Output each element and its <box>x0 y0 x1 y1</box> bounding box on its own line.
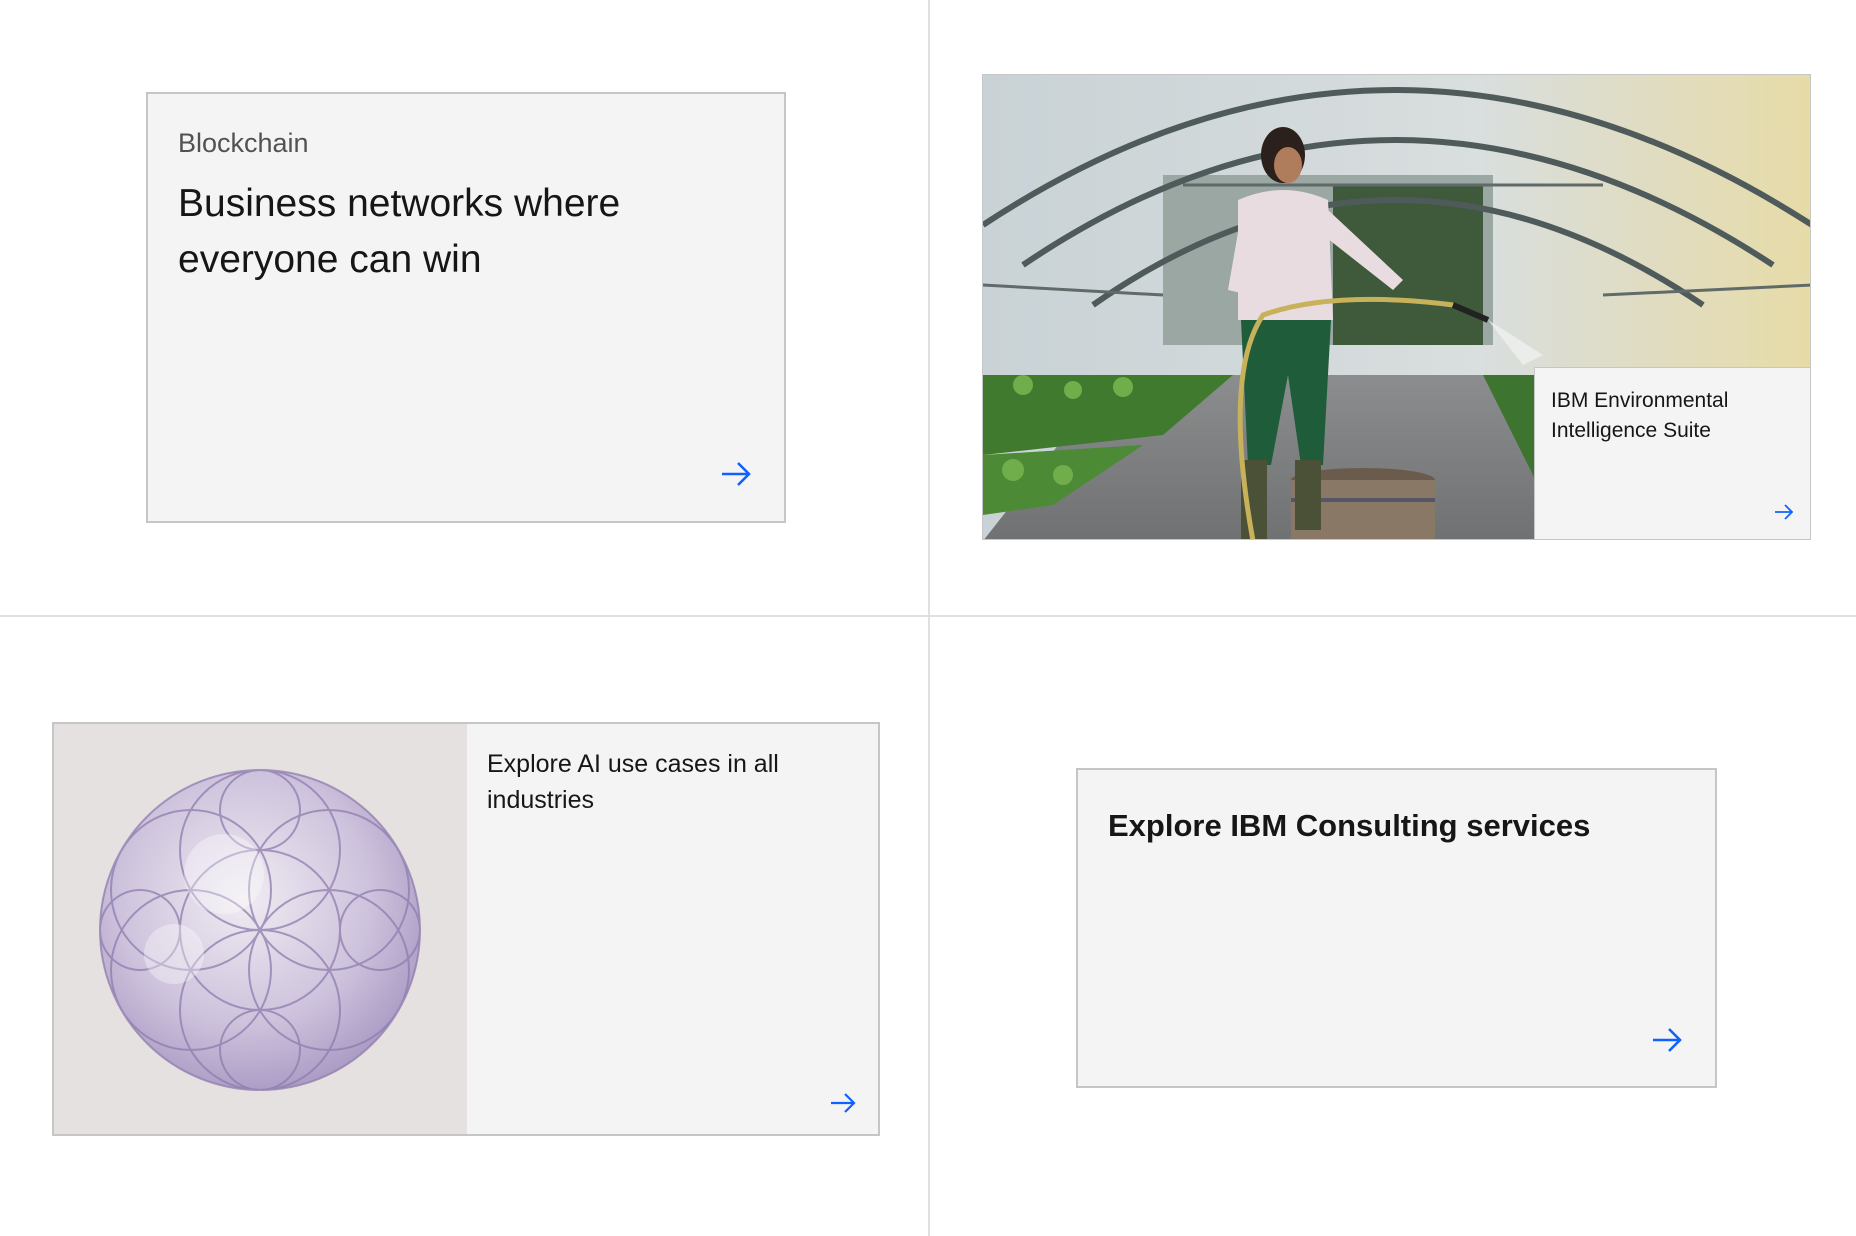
grid-divider-vertical <box>928 0 930 1236</box>
ai-use-cases-card[interactable]: Explore AI use cases in all industries <box>52 722 880 1136</box>
arrow-right-icon[interactable] <box>1774 503 1794 521</box>
card-heading: IBM Environmental Intelligence Suite <box>1551 389 1729 442</box>
abstract-circles-graphic <box>99 769 421 1091</box>
ai-abstract-image <box>54 724 467 1134</box>
consulting-services-card[interactable]: Explore IBM Consulting services <box>1076 768 1717 1088</box>
card-heading: Explore IBM Consulting services <box>1108 808 1591 843</box>
arrow-right-icon[interactable] <box>830 1092 856 1114</box>
arrow-right-icon[interactable] <box>720 460 752 488</box>
blockchain-card[interactable]: Blockchain Business networks where every… <box>146 92 786 523</box>
card-heading: Explore AI use cases in all industries <box>487 750 779 814</box>
card-eyebrow: Blockchain <box>178 128 309 158</box>
grid-divider-horizontal <box>0 615 1856 617</box>
arrow-right-icon[interactable] <box>1651 1026 1683 1054</box>
card-text-panel: IBM Environmental Intelligence Suite <box>1534 367 1810 539</box>
card-heading: Business networks where everyone can win <box>178 182 621 281</box>
environmental-intelligence-card[interactable]: IBM Environmental Intelligence Suite <box>982 74 1811 540</box>
